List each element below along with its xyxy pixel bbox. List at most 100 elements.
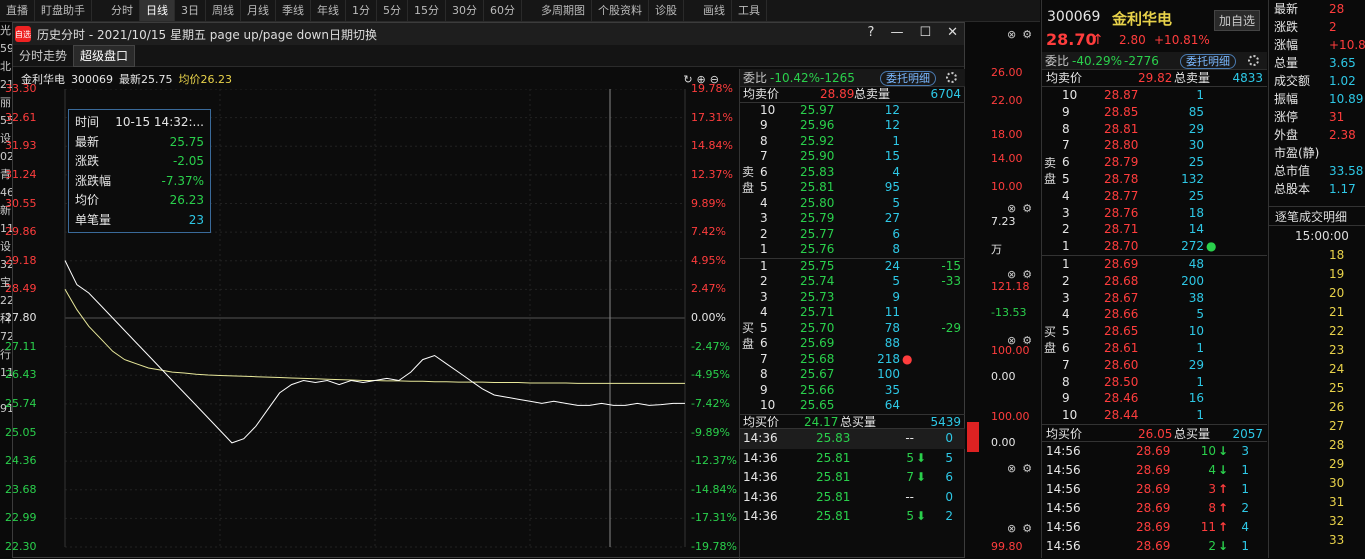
left-strip-item[interactable]: 光 xyxy=(0,22,12,40)
toolbar-item[interactable]: 周线 xyxy=(206,0,241,21)
level-volume: 78 xyxy=(884,320,900,335)
level-price: 28.70 xyxy=(1104,239,1139,254)
window-tabs: 分时走势 超级盘口 xyxy=(13,44,964,67)
level-price: 25.90 xyxy=(800,149,835,163)
buy-level-row: 4 25.71 11 xyxy=(740,305,965,321)
tick-time: 14:56 xyxy=(1046,462,1081,477)
level-price: 28.87 xyxy=(1104,88,1139,102)
stat-row: 总股本 1.17 xyxy=(1269,180,1365,198)
left-strip-item[interactable]: 59 xyxy=(0,40,12,58)
down-arrow-icon: ⬇ xyxy=(916,450,927,465)
toolbar-item[interactable]: 30分 xyxy=(446,0,484,21)
level-index: 1 xyxy=(1062,256,1070,271)
stat-row: 涨幅 +10.81 xyxy=(1269,36,1365,54)
minimize-icon[interactable]: — xyxy=(890,25,903,40)
toolbar-item[interactable]: 月线 xyxy=(241,0,276,21)
left-axis-label: 31.93 xyxy=(5,139,37,153)
stat-label: 最新 xyxy=(1274,2,1299,16)
mid-value: 万 xyxy=(991,243,1002,256)
chart-stock-code: 300069 xyxy=(71,72,113,86)
close-icon[interactable]: ✕ xyxy=(947,25,958,40)
level-index: 2 xyxy=(1062,273,1070,288)
level-price: 25.96 xyxy=(800,118,835,132)
add-watchlist-button[interactable]: 加自选 xyxy=(1214,10,1261,31)
stat-value: 28 xyxy=(1329,2,1345,16)
help-icon[interactable]: ? xyxy=(868,25,875,40)
right-axis-label: -4.95% xyxy=(691,368,730,382)
level-volume: 4 xyxy=(892,164,900,179)
level-volume: 272 xyxy=(1181,239,1204,254)
tick-row: 14:36 25.81 -- 0 xyxy=(740,488,965,508)
toolbar-item[interactable]: 多周期图 xyxy=(535,0,592,21)
toolbar-item[interactable]: 季线 xyxy=(276,0,311,21)
toolbar-item[interactable]: 诊股 xyxy=(649,0,684,21)
rp-name: 金利华电 xyxy=(1112,10,1173,28)
close-gear-icons[interactable]: ⊗⚙ xyxy=(1007,522,1038,535)
gear-icon[interactable] xyxy=(946,72,957,83)
level-price: 25.66 xyxy=(800,382,835,397)
rp-detail-button[interactable]: 委托明细 xyxy=(1180,54,1236,69)
toolbar-item[interactable]: 3日 xyxy=(175,0,206,21)
rp-price: 28.70 xyxy=(1046,30,1097,49)
close-gear-icons[interactable]: ⊗⚙ xyxy=(1007,462,1038,475)
tab-super-orderbook[interactable]: 超级盘口 xyxy=(73,44,136,67)
tick-count: 3 xyxy=(1241,443,1249,458)
rp-tick-row: 14:56 28.69 3 ↑ 1 xyxy=(1042,480,1267,499)
stat-row: 成交额 1.02 xyxy=(1269,72,1365,90)
mid-value: 99.80 xyxy=(991,540,1023,553)
close-gear-icons[interactable]: ⊗⚙ xyxy=(1007,334,1038,347)
tick-time: 14:56 xyxy=(1046,443,1081,458)
toolbar-item[interactable]: 工具 xyxy=(732,0,767,21)
level-volume: 132 xyxy=(1181,171,1204,186)
left-axis-label: 25.05 xyxy=(5,425,37,439)
rp-gear-icon[interactable] xyxy=(1248,55,1259,66)
level-volume: 200 xyxy=(1181,273,1204,288)
close-gear-icons[interactable]: ⊗⚙ xyxy=(1007,202,1038,215)
level-price: 25.97 xyxy=(800,102,835,117)
sell-level-row: 4 25.80 5 xyxy=(740,196,965,212)
rp-pct: +10.81% xyxy=(1154,33,1210,47)
side-label-char: 盘 xyxy=(742,337,755,351)
side-label-char: 盘 xyxy=(1044,172,1057,186)
tick-price: 25.83 xyxy=(816,431,851,445)
toolbar-item[interactable]: 5分 xyxy=(377,0,408,21)
mid-value: -13.53 xyxy=(991,306,1027,319)
toolbar-item[interactable]: 个股资料 xyxy=(592,0,649,21)
toolbar-item[interactable]: 15分 xyxy=(408,0,446,21)
toolbar-item[interactable]: 60分 xyxy=(484,0,522,21)
tick-time: 14:36 xyxy=(743,509,778,523)
rp-tick-row: 14:56 28.69 11 ↑ 4 xyxy=(1042,518,1267,537)
detail-num: 31 xyxy=(1329,495,1345,509)
left-strip-item[interactable]: 北 xyxy=(0,58,12,76)
toolbar-item[interactable]: 年线 xyxy=(311,0,346,21)
sell-level-row: 8 25.92 1 xyxy=(740,134,965,150)
level-price: 25.92 xyxy=(800,133,835,148)
left-strip-item[interactable]: 丽 xyxy=(0,94,12,112)
level-index: 1 xyxy=(760,242,768,256)
tick-time: 14:56 xyxy=(1046,481,1081,496)
toolbar-item[interactable]: 分时 xyxy=(105,0,140,21)
tick-time: 14:36 xyxy=(743,489,778,504)
left-axis-label: 22.99 xyxy=(5,511,37,525)
level-index: 3 xyxy=(1062,290,1070,305)
level-index: 10 xyxy=(1062,88,1078,102)
close-gear-icons[interactable]: ⊗⚙ xyxy=(1007,268,1038,281)
level-index: 6 xyxy=(1062,340,1070,355)
maximize-icon[interactable]: ☐ xyxy=(919,25,931,40)
toolbar-item[interactable]: 日线 xyxy=(140,0,175,21)
app-logo-icon: 自选 xyxy=(15,26,31,42)
tab-minute-trend[interactable]: 分时走势 xyxy=(13,46,73,66)
stat-label: 总股本 xyxy=(1274,182,1311,196)
tick-count: 1 xyxy=(1241,462,1249,477)
toolbar-item[interactable]: 画线 xyxy=(697,0,732,21)
sell-level-row: 9 28.85 85 xyxy=(1042,104,1267,121)
toolbar-item[interactable]: 直播 xyxy=(0,0,35,21)
tooltip-value: 25.75 xyxy=(169,134,204,149)
level-volume: 1 xyxy=(1196,340,1204,355)
level-change: -15 xyxy=(941,258,961,273)
toolbar-item[interactable]: 盯盘助手 xyxy=(35,0,92,21)
ob-detail-button[interactable]: 委托明细 xyxy=(880,71,936,86)
level-index: 10 xyxy=(1062,408,1078,423)
toolbar-item[interactable]: 1分 xyxy=(346,0,377,21)
close-gear-icons[interactable]: ⊗⚙ xyxy=(1007,28,1038,41)
